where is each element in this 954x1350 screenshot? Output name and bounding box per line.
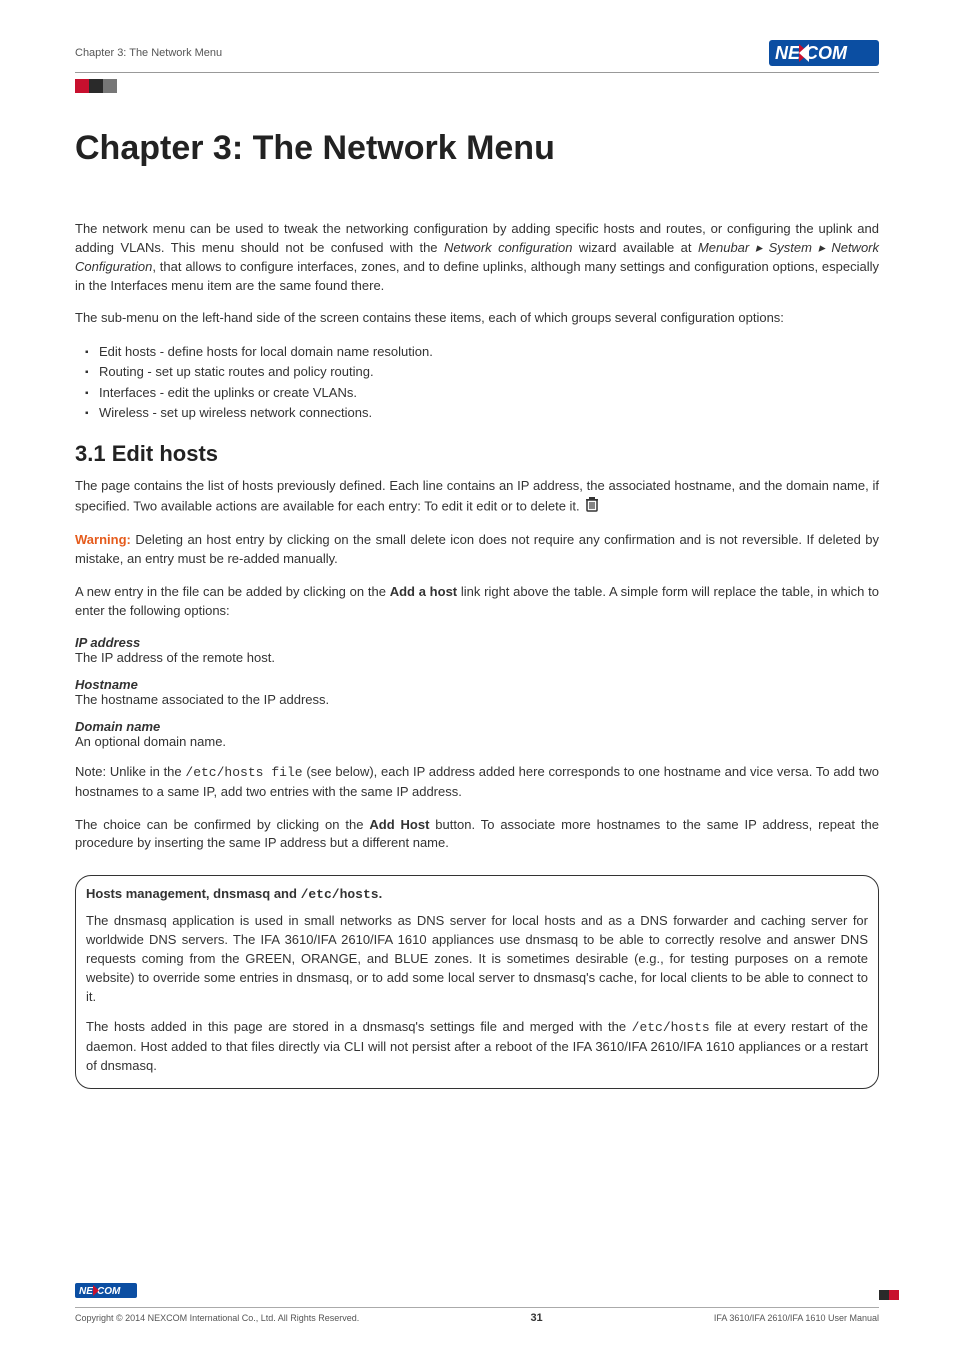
field-hostname-desc: The hostname associated to the IP addres… [75,692,879,707]
text: Note: Unlike in the [75,764,185,779]
bold-text: Add a host [390,584,457,599]
field-domain-desc: An optional domain name. [75,734,879,749]
decorative-squares [75,79,879,93]
text: , that allows to configure interfaces, z… [75,259,879,293]
list-item: Interfaces - edit the uplinks or create … [85,383,879,403]
page-header: Chapter 3: The Network Menu NE COM [75,40,879,73]
callout-paragraph-1: The dnsmasq application is used in small… [86,912,868,1006]
note-paragraph: Note: Unlike in the /etc/hosts file (see… [75,763,879,802]
intro-paragraph-1: The network menu can be used to tweak th… [75,220,879,295]
confirm-paragraph: The choice can be confirmed by clicking … [75,816,879,854]
add-host-paragraph: A new entry in the file can be added by … [75,583,879,621]
warning-paragraph: Warning: Deleting an host entry by click… [75,531,879,569]
copyright-text: Copyright © 2014 NEXCOM International Co… [75,1313,359,1323]
text: Hosts management, dnsmasq and [86,886,301,901]
info-callout: Hosts management, dnsmasq and /etc/hosts… [75,875,879,1089]
footer-brand-logo: NE COM [75,1283,879,1303]
mono-text: /etc/hosts [301,887,379,902]
chapter-title: Chapter 3: The Network Menu [75,129,879,168]
svg-text:NE: NE [79,1286,93,1297]
field-hostname-label: Hostname [75,677,879,692]
list-item: Wireless - set up wireless network conne… [85,403,879,423]
italic-text: Network configuration [444,240,573,255]
list-item: Routing - set up static routes and polic… [85,362,879,382]
mono-text: /etc/hosts [632,1020,710,1035]
text: . [379,886,383,901]
breadcrumb: Chapter 3: The Network Menu [75,47,222,59]
intro-paragraph-2: The sub-menu on the left-hand side of th… [75,309,879,328]
mono-text: /etc/hosts file [185,765,302,780]
text: Deleting an host entry by clicking on th… [75,532,879,566]
field-domain-label: Domain name [75,719,879,734]
submenu-list: Edit hosts - define hosts for local doma… [85,342,879,423]
text: The page contains the list of hosts prev… [75,478,879,513]
callout-paragraph-2: The hosts added in this page are stored … [86,1018,868,1076]
page-footer: NE COM Copyright © 2014 NEXCOM Internati… [75,1283,879,1324]
text: The choice can be confirmed by clicking … [75,817,369,832]
decorative-footer-squares [879,1290,899,1300]
trash-icon [585,496,599,518]
svg-text:COM: COM [97,1286,121,1297]
svg-text:NE: NE [775,43,801,63]
bold-text: Add Host [369,817,429,832]
warning-label: Warning: [75,532,131,547]
callout-title: Hosts management, dnsmasq and /etc/hosts… [86,886,868,902]
field-ip-desc: The IP address of the remote host. [75,650,879,665]
page-number: 31 [530,1312,542,1324]
svg-text:COM: COM [805,43,848,63]
field-ip-label: IP address [75,635,879,650]
section-heading: 3.1 Edit hosts [75,441,879,467]
doc-title: IFA 3610/IFA 2610/IFA 1610 User Manual [714,1313,879,1323]
brand-logo: NE COM [769,40,879,66]
section-paragraph: The page contains the list of hosts prev… [75,477,879,518]
text: wizard available at [573,240,698,255]
text: The hosts added in this page are stored … [86,1019,632,1034]
text: A new entry in the file can be added by … [75,584,390,599]
list-item: Edit hosts - define hosts for local doma… [85,342,879,362]
